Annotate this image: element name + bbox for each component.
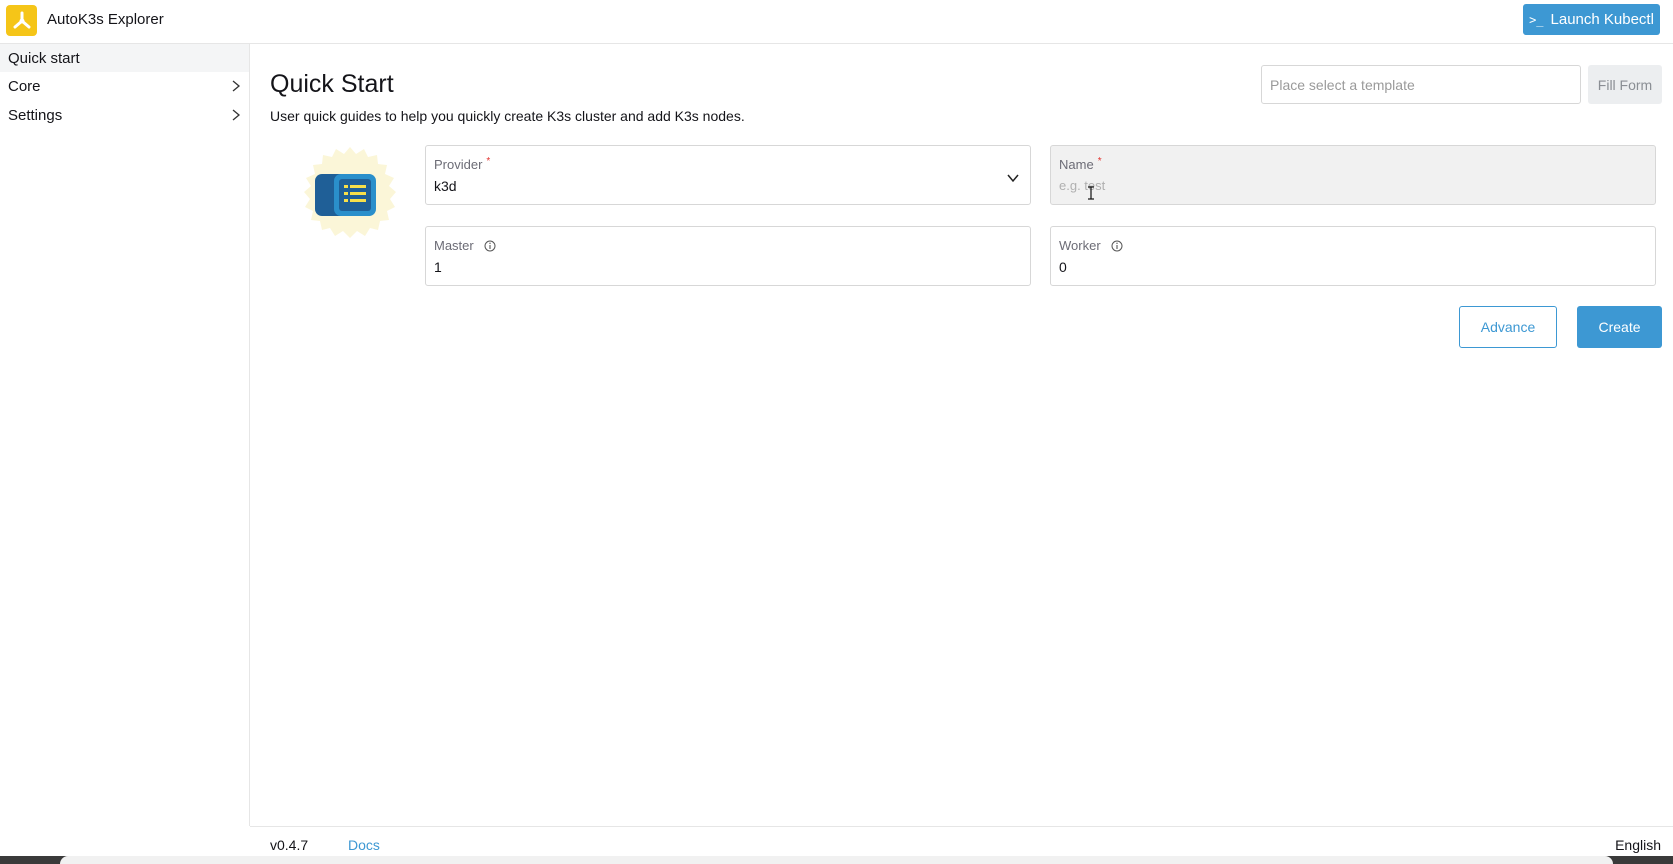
chevron-down-icon[interactable] bbox=[1006, 171, 1020, 185]
name-label: Name bbox=[1059, 157, 1094, 172]
sidebar-item-core[interactable]: Core bbox=[0, 72, 249, 101]
terminal-icon: >_ bbox=[1529, 12, 1544, 27]
language-selector[interactable]: English bbox=[1615, 837, 1661, 853]
fill-form-button[interactable]: Fill Form bbox=[1588, 65, 1662, 104]
required-mark: * bbox=[486, 156, 491, 167]
sidebar-item-label: Quick start bbox=[8, 49, 80, 67]
text-cursor-icon bbox=[1088, 186, 1094, 200]
page-title: Quick Start bbox=[270, 70, 394, 98]
chevron-right-icon bbox=[232, 109, 241, 121]
required-mark: * bbox=[1097, 156, 1102, 167]
create-button[interactable]: Create bbox=[1577, 306, 1662, 348]
launch-kubectl-button[interactable]: >_ Launch Kubectl bbox=[1523, 4, 1660, 35]
autok3s-logo-icon[interactable] bbox=[6, 5, 37, 36]
provider-select[interactable]: Provider * k3d bbox=[425, 145, 1031, 205]
sidebar-item-settings[interactable]: Settings bbox=[0, 101, 249, 130]
info-icon[interactable] bbox=[1111, 240, 1123, 252]
name-input[interactable] bbox=[1059, 178, 1603, 193]
provider-value: k3d bbox=[434, 178, 457, 194]
name-field[interactable]: Name * bbox=[1050, 145, 1656, 205]
chevron-right-icon bbox=[232, 80, 241, 92]
worker-value[interactable]: 0 bbox=[1059, 259, 1067, 275]
top-header: AutoK3s Explorer >_ Launch Kubectl bbox=[0, 0, 1673, 44]
sidebar-item-label: Core bbox=[8, 78, 41, 95]
master-label: Master bbox=[434, 238, 474, 253]
version-label: v0.4.7 bbox=[270, 837, 309, 853]
sidebar-item-label: Settings bbox=[8, 107, 63, 124]
app-title: AutoK3s Explorer bbox=[47, 11, 164, 28]
docs-link[interactable]: Docs bbox=[348, 837, 380, 853]
main-content: Quick Start User quick guides to help yo… bbox=[250, 44, 1673, 826]
provider-label: Provider bbox=[434, 157, 483, 172]
master-value[interactable]: 1 bbox=[434, 259, 442, 275]
master-field[interactable]: Master 1 bbox=[425, 226, 1031, 286]
page-description: User quick guides to help you quickly cr… bbox=[270, 108, 745, 124]
sidebar: Quick start Core Settings bbox=[0, 44, 250, 826]
advance-button[interactable]: Advance bbox=[1459, 306, 1557, 348]
launch-kubectl-label: Launch Kubectl bbox=[1550, 11, 1654, 28]
template-select-input[interactable] bbox=[1261, 65, 1581, 104]
info-icon[interactable] bbox=[484, 240, 496, 252]
worker-label: Worker bbox=[1059, 238, 1101, 253]
worker-field[interactable]: Worker 0 bbox=[1050, 226, 1656, 286]
window-bottom-edge bbox=[0, 856, 1673, 864]
quick-start-illustration bbox=[300, 145, 400, 245]
sidebar-item-quick-start[interactable]: Quick start bbox=[0, 44, 249, 72]
